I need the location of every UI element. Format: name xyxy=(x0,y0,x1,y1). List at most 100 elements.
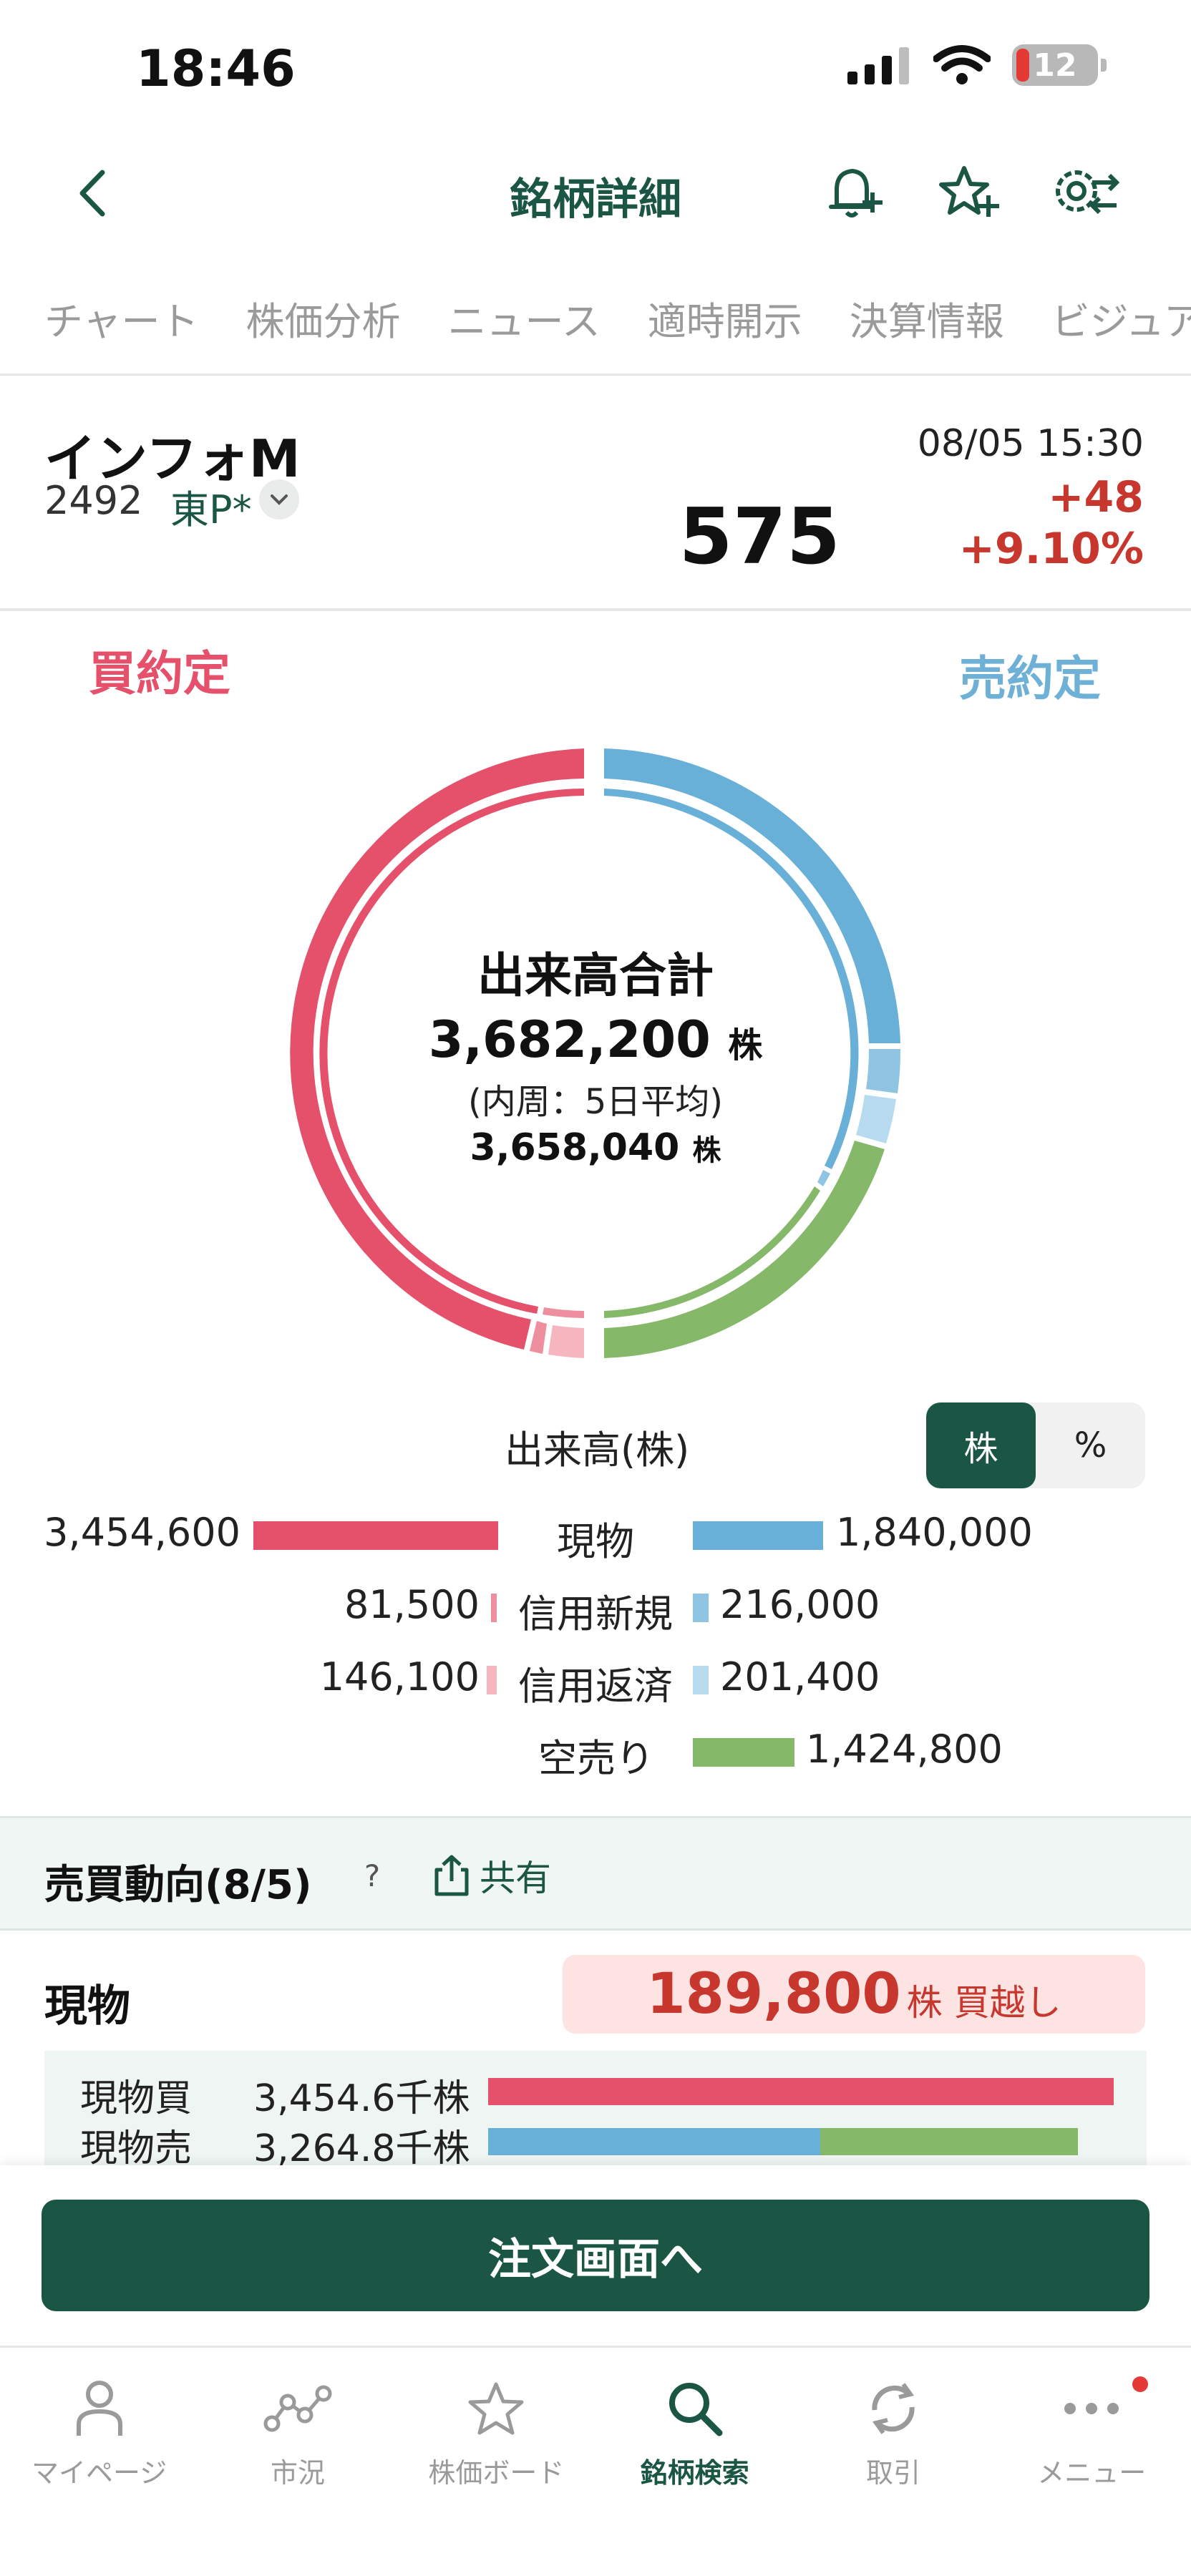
signal-icon xyxy=(847,47,909,84)
market-graph-icon xyxy=(263,2385,332,2432)
spot-sell-value: 3,264.8千株 xyxy=(253,2127,470,2165)
stock-price: 575 xyxy=(679,492,840,582)
tabbar-item-search[interactable]: 銘柄検索 xyxy=(596,2348,794,2576)
net-buy-value: 189,800 xyxy=(646,1962,901,2026)
divider xyxy=(0,374,1191,376)
tabbar-item-board[interactable]: 株価ボード xyxy=(397,2348,596,2576)
spot-sell-bar-short xyxy=(820,2128,1078,2155)
gear-sliders-icon xyxy=(1056,170,1119,215)
quote-time: 08/05 15:30 xyxy=(917,422,1144,465)
donut-total: 3,682,200 株 xyxy=(429,1010,763,1069)
tab-news[interactable]: ニュース xyxy=(447,290,600,361)
settings-button[interactable] xyxy=(1048,157,1119,229)
more-dots-icon xyxy=(1064,2403,1119,2414)
share-label: 共有 xyxy=(480,1858,551,1899)
spot-buy-bar xyxy=(488,2078,1114,2105)
volume-row-label: 空売り xyxy=(538,1736,654,1781)
tabbar-item-mypage[interactable]: マイページ xyxy=(0,2348,198,2576)
tabbar-item-market[interactable]: 市況 xyxy=(198,2348,397,2576)
buy-volume-bar xyxy=(253,1521,498,1550)
add-alert-button[interactable] xyxy=(819,157,890,229)
sell-volume-bar xyxy=(693,1666,709,1694)
buy-volume-bar xyxy=(487,1666,497,1694)
bell-plus-icon xyxy=(829,169,883,218)
sell-volume-value: 201,400 xyxy=(720,1654,880,1699)
donut-average: 3,658,040 株 xyxy=(470,1126,721,1169)
sell-volume-value: 1,424,800 xyxy=(806,1727,1003,1772)
header-actions xyxy=(819,157,1119,229)
tabbar-label: 取引 xyxy=(865,2457,920,2489)
sell-executed-label: 売約定 xyxy=(959,651,1101,706)
search-icon xyxy=(669,2383,723,2436)
divider xyxy=(0,608,1191,611)
sell-volume-bar xyxy=(693,1594,709,1622)
volume-row-spot: 3,454,600 現物 1,840,000 xyxy=(0,1506,1191,1564)
donut-title: 出来高合計 xyxy=(477,948,714,1003)
bottom-tab-bar: マイページ 市況 株価ボード 銘柄検索 取引 メニュー xyxy=(0,2346,1191,2576)
person-icon xyxy=(76,2381,122,2436)
net-buy-unit: 株 買越し xyxy=(906,1982,1061,2024)
buy-volume-value: 81,500 xyxy=(344,1582,480,1627)
order-screen-button[interactable]: 注文画面へ xyxy=(42,2200,1149,2311)
spot-sell-bar xyxy=(488,2128,1078,2155)
trading-trend-header: 売買動向(8/5) ? 共有 xyxy=(0,1816,1191,1931)
status-icons: 12 xyxy=(847,44,1107,86)
status-bar: 18:46 12 xyxy=(0,0,1191,136)
unit-toggle: 株 % xyxy=(926,1402,1145,1488)
status-time: 18:46 xyxy=(136,39,296,98)
donut-total-unit: 株 xyxy=(728,1025,763,1065)
buy-volume-value: 3,454,600 xyxy=(44,1510,240,1555)
market-selector[interactable]: 東P* xyxy=(170,478,252,535)
donut-average-unit: 株 xyxy=(692,1134,721,1167)
market-dropdown-button[interactable] xyxy=(259,479,299,519)
tab-chart[interactable]: チャート xyxy=(44,290,198,361)
buy-volume-bar xyxy=(491,1594,497,1622)
star-outline-icon xyxy=(468,2382,524,2435)
tab-disclosure[interactable]: 適時開示 xyxy=(648,290,802,361)
buy-executed-label: 買約定 xyxy=(89,646,230,701)
volume-row-label: 信用新規 xyxy=(518,1591,673,1636)
tabbar-label: 市況 xyxy=(270,2457,325,2489)
spot-sell-row: 現物売 3,264.8千株 xyxy=(44,2115,1147,2165)
share-button[interactable]: 共有 xyxy=(432,1850,551,1901)
net-buy-badge: 189,800 株 買越し xyxy=(563,1955,1145,2034)
volume-row-short-sell: 空売り 1,424,800 xyxy=(0,1722,1191,1781)
battery-level: 12 xyxy=(1033,47,1077,84)
volume-row-label: 信用返済 xyxy=(518,1664,673,1709)
tabbar-label: 銘柄検索 xyxy=(640,2457,749,2489)
tabbar-item-trade[interactable]: 取引 xyxy=(794,2348,992,2576)
sell-volume-value: 216,000 xyxy=(720,1582,880,1627)
volume-title: 出来高(株) xyxy=(505,1428,690,1473)
nav-header: 銘柄詳細 xyxy=(0,136,1191,250)
battery-indicator: 12 xyxy=(1012,44,1107,86)
toggle-shares-button[interactable]: 株 xyxy=(926,1402,1036,1488)
trend-title: 売買動向(8/5) xyxy=(44,1862,312,1908)
price-change: +48 xyxy=(1048,472,1144,522)
donut-subtitle: (内周：5日平均) xyxy=(468,1082,723,1122)
price-change-percent: +9.10% xyxy=(958,524,1144,574)
tab-visual[interactable]: ビジュア xyxy=(1051,290,1191,361)
share-icon xyxy=(434,1855,469,1896)
help-button[interactable]: ? xyxy=(351,1854,394,1897)
donut-total-value: 3,682,200 xyxy=(428,1010,711,1069)
chevron-down-icon xyxy=(271,494,288,505)
sell-volume-bar xyxy=(693,1738,794,1767)
toggle-percent-button[interactable]: % xyxy=(1036,1402,1145,1488)
tabbar-label: メニュー xyxy=(1037,2457,1147,2489)
sell-volume-value: 1,840,000 xyxy=(836,1510,1033,1555)
tabbar-label: マイページ xyxy=(31,2457,167,2489)
spot-section-title: 現物 xyxy=(44,1981,130,2031)
tabbar-item-menu[interactable]: メニュー xyxy=(993,2348,1191,2576)
add-favorite-button[interactable] xyxy=(933,157,1005,229)
donut-average-value: 3,658,040 xyxy=(470,1126,680,1169)
tab-earnings[interactable]: 決算情報 xyxy=(850,290,1004,361)
volume-row-margin-repay: 146,100 信用返済 201,400 xyxy=(0,1650,1191,1709)
tab-price-analysis[interactable]: 株価分析 xyxy=(246,290,400,361)
volume-row-margin-new: 81,500 信用新規 216,000 xyxy=(0,1578,1191,1636)
refresh-cycle-icon xyxy=(872,2383,915,2434)
spot-volume-card: 現物買 3,454.6千株 現物売 3,264.8千株 xyxy=(44,2051,1147,2165)
stock-code: 2492 xyxy=(44,478,143,523)
spot-sell-label: 現物売 xyxy=(80,2127,193,2165)
sell-volume-bar xyxy=(693,1521,823,1550)
spot-sell-bar-spot xyxy=(488,2128,820,2155)
